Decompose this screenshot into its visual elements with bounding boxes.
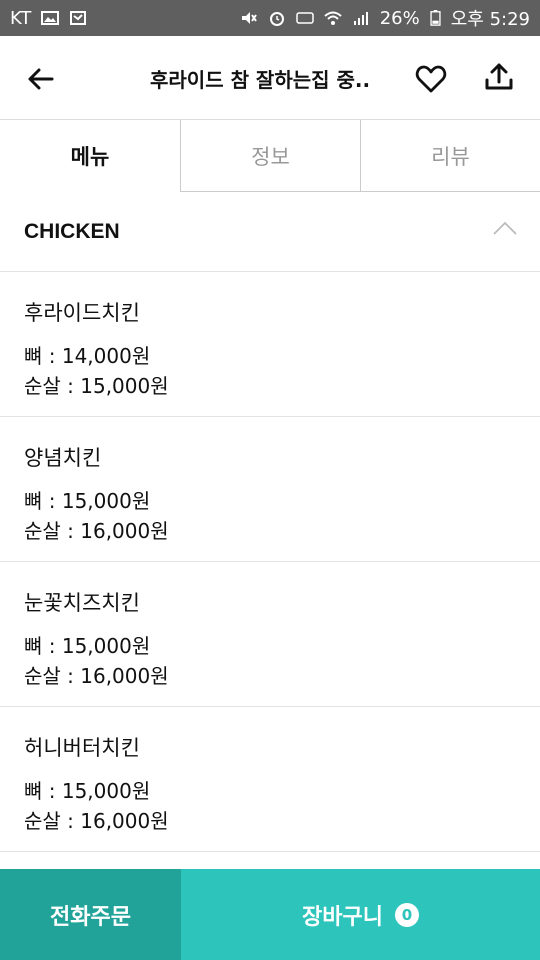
menu-item-price-bone: 뼈 : 15,000원 (24, 779, 151, 803)
hd-icon (295, 12, 314, 24)
menu-item-name: 양념치킨 (24, 446, 102, 470)
gallery-icon (41, 11, 60, 25)
menu-item[interactable]: 눈꽃치즈치킨 뼈 : 15,000원 순살 : 16,000원 (0, 562, 540, 707)
clock: 오후 5:29 (450, 9, 530, 30)
back-arrow-icon[interactable] (24, 62, 58, 96)
share-upload-icon[interactable] (482, 60, 516, 94)
menu-item[interactable]: 양념치킨 뼈 : 15,000원 순살 : 16,000원 (0, 417, 540, 562)
category-header[interactable]: CHICKEN (0, 192, 540, 272)
category-title: CHICKEN (24, 219, 120, 243)
menu-item-price-bone: 뼈 : 15,000원 (24, 634, 151, 658)
menu-item-price-boneless: 순살 : 16,000원 (24, 519, 169, 543)
cart-button[interactable]: 장바구니 0 (181, 869, 540, 960)
carrier-label: KT (10, 7, 32, 29)
notification-icon (70, 11, 87, 25)
menu-item[interactable]: 후라이드치킨 뼈 : 14,000원 순살 : 15,000원 (0, 272, 540, 417)
mute-icon (241, 12, 257, 24)
battery-percent: 26% (379, 7, 420, 29)
cart-count-badge: 0 (394, 902, 419, 927)
menu-item[interactable]: 허니버터치킨 뼈 : 15,000원 순살 : 16,000원 (0, 707, 540, 852)
battery-icon (430, 10, 441, 26)
store-title: 후라이드 참 잘하는집 중.. (150, 68, 371, 92)
top-app-bar: 후라이드 참 잘하는집 중.. (0, 36, 540, 120)
heart-icon[interactable] (414, 62, 448, 96)
menu-item-name: 허니버터치킨 (24, 736, 140, 760)
cart-label: 장바구니 (302, 904, 383, 930)
menu-item-price-boneless: 순살 : 16,000원 (24, 809, 169, 833)
alarm-icon (269, 12, 284, 26)
menu-item-price-boneless: 순살 : 15,000원 (24, 374, 169, 398)
menu-item-name: 후라이드치킨 (24, 301, 140, 325)
signal-icon (353, 12, 368, 25)
bottom-action-bar: 전화주문 장바구니 0 (0, 869, 540, 960)
phone-order-label: 전화주문 (50, 904, 131, 930)
status-bar: KT 26% 오후 5:29 (0, 0, 540, 36)
chevron-up-icon[interactable] (492, 220, 518, 236)
menu-item-price-bone: 뼈 : 14,000원 (24, 344, 151, 368)
tab-reviews[interactable]: 리뷰 (360, 120, 540, 192)
phone-order-button[interactable]: 전화주문 (0, 869, 181, 960)
menu-item-price-boneless: 순살 : 16,000원 (24, 664, 169, 688)
menu-item-price-bone: 뼈 : 15,000원 (24, 489, 151, 513)
tab-menu[interactable]: 메뉴 (0, 120, 180, 192)
menu-item-name: 눈꽃치즈치킨 (24, 591, 140, 615)
tab-bar: 메뉴 정보 리뷰 (0, 120, 540, 192)
menu-list: 후라이드치킨 뼈 : 14,000원 순살 : 15,000원 양념치킨 뼈 :… (0, 272, 540, 852)
tab-info[interactable]: 정보 (180, 120, 360, 192)
wifi-icon (324, 11, 342, 25)
